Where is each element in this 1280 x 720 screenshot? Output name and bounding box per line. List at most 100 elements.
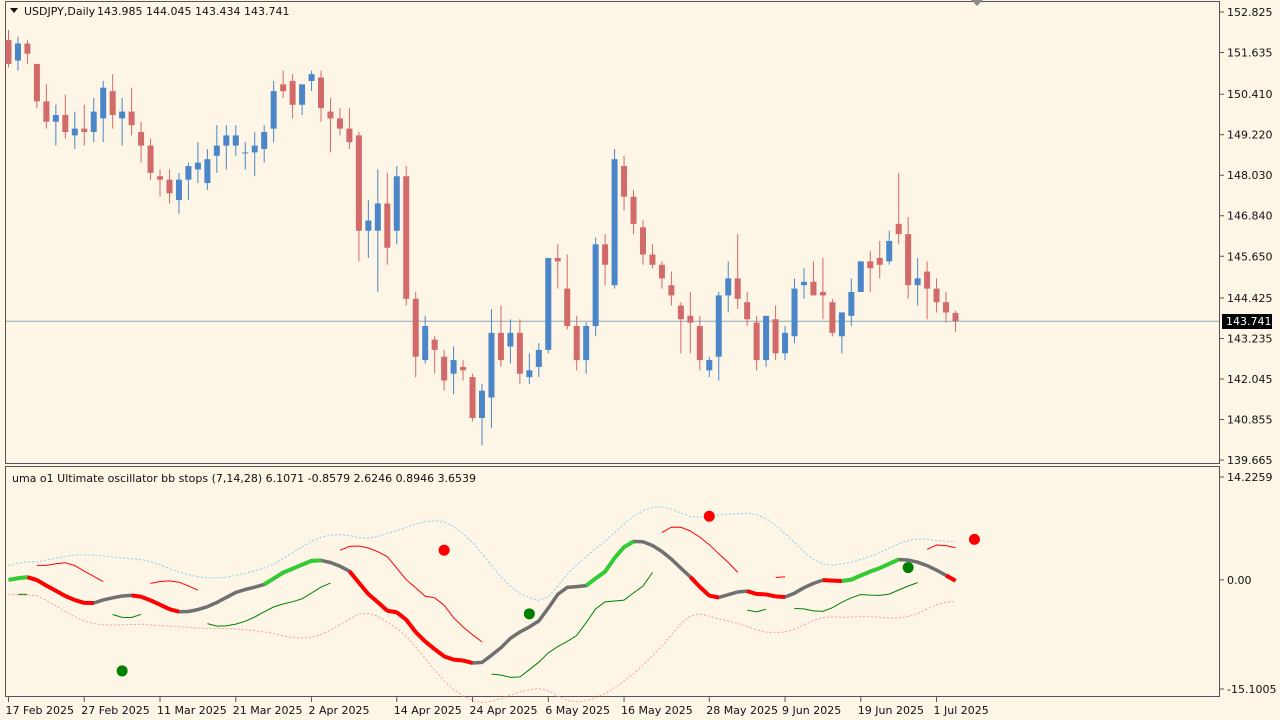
time-tick-label: 27 Feb 2025 — [81, 704, 149, 717]
ohlc-header: 143.985 144.045 143.434 143.741 — [97, 5, 289, 18]
candle-body — [886, 240, 893, 262]
stop-line — [926, 544, 956, 550]
candle-body — [412, 298, 419, 357]
candle-body — [365, 220, 372, 231]
oscillator-highlight — [746, 589, 758, 596]
oscillator-highlight — [131, 593, 142, 599]
stop-line — [112, 613, 142, 619]
time-tick-label: 11 Mar 2025 — [157, 704, 227, 717]
candle-body — [479, 390, 485, 418]
candle-body — [924, 271, 931, 289]
oscillator-pane[interactable] — [8, 506, 980, 704]
dropdown-arrow-icon[interactable] — [10, 8, 18, 13]
oscillator-highlight — [423, 639, 436, 651]
buy-signal-dot — [116, 665, 128, 677]
candle-body — [374, 203, 381, 231]
candle-body — [346, 128, 353, 143]
candle-body — [734, 278, 741, 299]
candle-body — [175, 179, 182, 201]
stop-line — [207, 582, 331, 627]
candle-body — [109, 91, 116, 115]
candle-body — [270, 91, 277, 129]
oscillator-highlight — [462, 658, 474, 665]
candle-body — [687, 315, 694, 323]
oscillator-highlight — [357, 581, 370, 596]
time-tick-label: 16 May 2025 — [621, 704, 693, 717]
candle-body — [5, 40, 12, 64]
stop-line — [794, 582, 918, 612]
time-tick-label: 19 Jun 2025 — [858, 704, 924, 717]
stop-line — [747, 608, 767, 613]
candle-body — [791, 288, 798, 337]
candle-body — [450, 360, 457, 374]
candle-body — [649, 254, 656, 265]
oscillator-highlight — [841, 577, 852, 583]
osc-tick-label: 14.2259 — [1227, 471, 1273, 484]
stop-line — [150, 580, 199, 591]
oscillator-highlight — [149, 598, 161, 607]
candle-body — [62, 114, 69, 132]
price-tick-label: 140.855 — [1227, 413, 1273, 426]
candle-body — [81, 128, 88, 132]
candle-body — [507, 332, 514, 347]
candle-body — [138, 132, 145, 146]
oscillator-highlight — [404, 618, 418, 634]
candle-body — [422, 326, 429, 361]
candle-body — [280, 84, 287, 92]
oscillator-highlight — [414, 630, 427, 643]
candle-body — [763, 315, 770, 361]
shift-marker-icon[interactable] — [971, 0, 983, 6]
candle-body — [611, 159, 618, 286]
oscillator-pane-frame — [5, 466, 1220, 697]
sell-signal-dot — [968, 533, 980, 545]
candle-body — [782, 332, 789, 354]
candle-body — [905, 234, 912, 286]
candle-body — [914, 278, 921, 286]
candle-body — [943, 302, 950, 313]
sell-signal-dot — [438, 544, 450, 556]
candle-body — [810, 281, 817, 296]
candle-body — [460, 366, 467, 371]
oscillator-highlight — [878, 561, 891, 570]
candle-body — [261, 132, 268, 150]
oscillator-highlight — [64, 594, 76, 602]
stop-line — [661, 526, 739, 573]
buy-signal-dot — [523, 608, 535, 620]
time-tick-label: 21 Mar 2025 — [233, 704, 303, 717]
candle-body — [554, 257, 561, 262]
candle-body — [583, 326, 590, 361]
candle-body — [848, 292, 855, 316]
candle-body — [715, 295, 722, 357]
oscillator-highlight — [291, 562, 303, 571]
candle-body — [516, 332, 523, 374]
candle-body — [119, 111, 126, 119]
price-tick-label: 144.425 — [1227, 292, 1273, 305]
candle-body — [535, 349, 542, 367]
candle-body — [24, 43, 31, 54]
candle-body — [725, 278, 732, 296]
time-tick-label: 17 Feb 2025 — [6, 704, 74, 717]
candle-body — [43, 101, 50, 122]
oscillator-highlight — [860, 569, 872, 578]
candle-body — [355, 135, 362, 231]
oscillator-highlight — [433, 647, 446, 658]
candle-body — [602, 244, 609, 265]
candle-body — [393, 176, 400, 231]
oscillator-highlight — [26, 575, 38, 582]
candle-body — [318, 77, 325, 109]
time-tick-label: 6 May 2025 — [545, 704, 610, 717]
candle-body — [800, 281, 807, 286]
candle-body — [223, 135, 230, 146]
time-tick-label: 9 Jun 2025 — [782, 704, 841, 717]
candle-body — [336, 118, 343, 129]
oscillator-highlight — [54, 588, 67, 598]
oscillator-highlight — [888, 557, 900, 566]
oscillator-highlight — [45, 583, 57, 593]
price-tick-label: 143.235 — [1227, 332, 1273, 345]
candle-body — [545, 257, 552, 350]
price-pane[interactable] — [5, 29, 1220, 446]
candle-body — [592, 244, 599, 327]
oscillator-highlight — [159, 602, 171, 611]
candle-body — [128, 111, 135, 126]
candle-body — [52, 114, 59, 122]
